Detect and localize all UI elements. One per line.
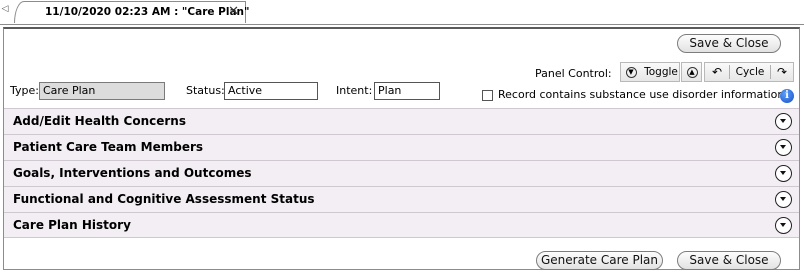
tab-strip: ◁ 11/10/2020 02:23 AM : "Care Plan" ✕ <box>0 0 804 25</box>
section-title: Patient Care Team Members <box>13 140 204 154</box>
status-label: Status: <box>186 84 225 97</box>
type-label: Type: <box>10 84 39 97</box>
section-history[interactable]: Care Plan History <box>4 212 799 238</box>
tab-scroll-left-icon[interactable]: ◁ <box>0 3 10 15</box>
generate-care-plan-button[interactable]: Generate Care Plan <box>536 251 663 270</box>
save-close-button-bottom[interactable]: Save & Close <box>677 251 781 270</box>
type-field: Care Plan <box>39 82 165 100</box>
section-functional-status[interactable]: Functional and Cognitive Assessment Stat… <box>4 186 799 212</box>
substance-use-label: Record contains substance use disorder i… <box>498 88 785 101</box>
section-goals[interactable]: Goals, Interventions and Outcomes <box>4 160 799 186</box>
info-icon[interactable]: i <box>780 89 794 103</box>
section-title: Add/Edit Health Concerns <box>13 114 186 128</box>
cycle-label[interactable]: Cycle <box>732 63 768 81</box>
cycle-next-icon[interactable]: ↷ <box>773 63 791 81</box>
toggle-control: ▼ Toggle <box>620 62 680 82</box>
save-close-button-top[interactable]: Save & Close <box>677 34 781 53</box>
intent-label: Intent: <box>336 84 373 97</box>
cycle-prev-icon[interactable]: ↶ <box>708 63 726 81</box>
panel-control-label: Panel Control: <box>535 67 612 80</box>
chevron-down-icon[interactable] <box>775 165 792 182</box>
close-icon[interactable]: ✕ <box>228 4 239 20</box>
status-field[interactable]: Active <box>224 82 318 100</box>
chevron-down-icon[interactable] <box>775 113 792 130</box>
cycle-control: ↶ Cycle ↷ <box>704 62 794 82</box>
intent-field[interactable]: Plan <box>374 82 440 100</box>
substance-use-checkbox[interactable] <box>482 90 493 101</box>
expand-all-button[interactable]: ▲ <box>681 62 702 82</box>
expand-icon: ▲ <box>686 66 698 78</box>
section-title: Care Plan History <box>13 218 131 232</box>
section-list: Add/Edit Health Concerns Patient Care Te… <box>4 108 799 238</box>
care-plan-panel: Save & Close Type: Care Plan Status: Act… <box>3 27 800 270</box>
toggle-label[interactable]: Toggle <box>643 63 679 81</box>
collapse-icon: ▼ <box>625 66 637 78</box>
section-title: Goals, Interventions and Outcomes <box>13 166 252 180</box>
tab-label: 11/10/2020 02:23 AM : "Care Plan" <box>45 6 250 18</box>
collapse-all-button[interactable]: ▼ <box>624 63 638 81</box>
chevron-down-icon[interactable] <box>775 217 792 234</box>
section-care-team[interactable]: Patient Care Team Members <box>4 134 799 160</box>
tab-care-plan[interactable]: 11/10/2020 02:23 AM : "Care Plan" ✕ <box>14 1 250 23</box>
section-health-concerns[interactable]: Add/Edit Health Concerns <box>4 108 799 134</box>
chevron-down-icon[interactable] <box>775 139 792 156</box>
section-title: Functional and Cognitive Assessment Stat… <box>13 192 315 206</box>
chevron-down-icon[interactable] <box>775 191 792 208</box>
